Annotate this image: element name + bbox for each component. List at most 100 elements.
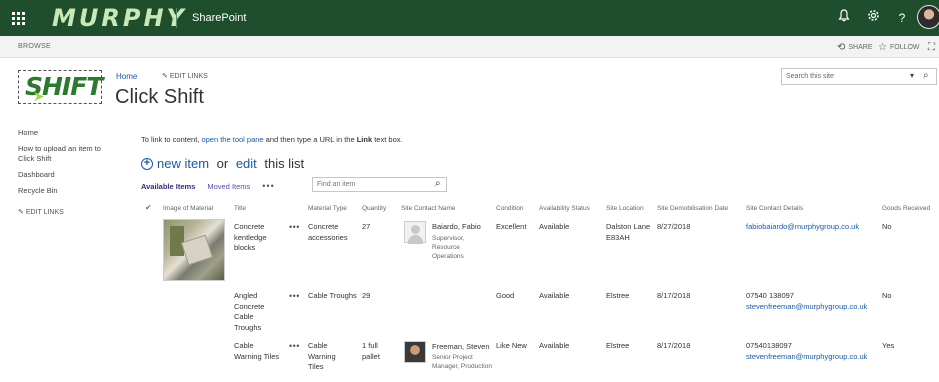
quick-launch: Home How to upload an item to Click Shif… bbox=[18, 128, 118, 216]
contact-photo bbox=[404, 341, 426, 363]
row-contact-email[interactable]: stevenfreeman@murphygroup.co.uk bbox=[746, 302, 867, 313]
bell-icon[interactable] bbox=[835, 9, 853, 27]
column-header-quantity[interactable]: Quantity bbox=[362, 205, 386, 212]
column-header-location[interactable]: Site Location bbox=[606, 205, 644, 212]
site-search-placeholder: Search this site bbox=[786, 73, 834, 80]
row-contact-name[interactable]: Baiardo, Fabio bbox=[432, 222, 481, 231]
row-contact-email[interactable]: fabiobaiardo@murphygroup.co.uk bbox=[746, 222, 859, 233]
ribbon: BROWSE ⟲ SHARE ☆ FOLLOW ⛶ bbox=[0, 36, 939, 58]
column-header-condition[interactable]: Condition bbox=[496, 205, 523, 212]
star-icon: ☆ bbox=[878, 42, 887, 53]
waffle-icon bbox=[11, 11, 25, 25]
quick-launch-edit-links-label: EDIT LINKS bbox=[25, 209, 64, 216]
plus-icon[interactable]: + bbox=[141, 157, 153, 170]
row-goods-received: No bbox=[882, 291, 892, 300]
info-suffix: text box. bbox=[372, 135, 403, 144]
column-header-image[interactable]: Image of Material bbox=[163, 205, 213, 212]
page-title: Click Shift bbox=[115, 86, 204, 108]
quick-launch-item-upload-guide[interactable]: How to upload an item to Click Shift bbox=[18, 144, 118, 164]
brand-logo[interactable]: MURPHY bbox=[52, 4, 187, 32]
row-contact-role: Supervisor, Resource Operations bbox=[432, 235, 465, 260]
avatar[interactable] bbox=[917, 5, 939, 29]
follow-button[interactable]: ☆ FOLLOW bbox=[878, 42, 920, 53]
gear-icon[interactable] bbox=[864, 9, 882, 27]
row-menu-button[interactable]: ••• bbox=[289, 341, 300, 351]
browse-tab[interactable]: BROWSE bbox=[18, 43, 51, 50]
pencil-icon: ✎ bbox=[18, 209, 24, 216]
info-bold: Link bbox=[356, 135, 373, 144]
quick-launch-item-home[interactable]: Home bbox=[18, 128, 118, 138]
row-demob-date: 8/27/2018 bbox=[657, 222, 691, 231]
column-header-title[interactable]: Title bbox=[234, 205, 246, 212]
or-text: or bbox=[213, 156, 232, 171]
help-icon[interactable]: ? bbox=[893, 9, 911, 27]
open-tool-pane-link[interactable]: open the tool pane bbox=[201, 135, 263, 144]
row-condition: Like New bbox=[496, 341, 527, 350]
info-message: To link to content, open the tool pane a… bbox=[141, 135, 403, 144]
top-edit-links[interactable]: ✎ EDIT LINKS bbox=[162, 72, 208, 80]
row-title[interactable]: Concrete kentledge blocks bbox=[234, 222, 280, 254]
row-quantity: 1 full pallet bbox=[362, 341, 380, 361]
view-tabs: Available Items Moved Items ••• bbox=[141, 181, 275, 191]
row-availability: Available bbox=[539, 341, 570, 350]
suite-divider bbox=[176, 8, 177, 28]
quick-launch-item-dashboard[interactable]: Dashboard bbox=[18, 170, 118, 180]
edit-list-link[interactable]: edit bbox=[236, 156, 257, 171]
row-demob-date: 8/17/2018 bbox=[657, 291, 691, 300]
row-title[interactable]: Angled Concrete Cable Troughs bbox=[234, 291, 280, 333]
share-icon: ⟲ bbox=[837, 42, 846, 53]
search-icon[interactable]: ⌕ bbox=[923, 70, 929, 81]
column-header-material-type[interactable]: Material Type bbox=[308, 205, 347, 212]
cursor-icon: ➤ bbox=[33, 88, 45, 104]
row-quantity: 29 bbox=[362, 291, 371, 300]
row-material-type: Cable Troughs bbox=[308, 291, 357, 300]
row-contact-name[interactable]: Freeman, Steven bbox=[432, 342, 490, 351]
find-item-input[interactable]: Find an item ⌕ bbox=[312, 177, 447, 192]
row-contact-email[interactable]: stevenfreeman@murphygroup.co.uk bbox=[746, 352, 867, 363]
focus-content-button[interactable]: ⛶ bbox=[928, 42, 935, 53]
follow-label: FOLLOW bbox=[889, 44, 920, 51]
new-item-link[interactable]: new item bbox=[157, 156, 209, 171]
row-menu-button[interactable]: ••• bbox=[289, 291, 300, 301]
row-contact-role: Senior Project Manager, Production bbox=[432, 354, 492, 370]
chevron-down-icon[interactable]: ▾ bbox=[910, 71, 914, 80]
column-header-goods-received[interactable]: Goods Received bbox=[882, 205, 930, 212]
more-views-button[interactable]: ••• bbox=[262, 181, 274, 191]
quick-launch-item-recycle-bin[interactable]: Recycle Bin bbox=[18, 186, 118, 196]
app-launcher-button[interactable] bbox=[0, 0, 36, 36]
fullscreen-icon: ⛶ bbox=[928, 42, 935, 53]
top-nav-home[interactable]: Home bbox=[116, 72, 137, 81]
row-contact-phone: 07540138097 bbox=[746, 341, 792, 350]
row-contact-phone: 07540 138097 bbox=[746, 291, 794, 300]
suite-bar: MURPHY SharePoint ? bbox=[0, 0, 939, 36]
row-availability: Available bbox=[539, 291, 570, 300]
material-image[interactable] bbox=[163, 219, 225, 281]
tab-available-items[interactable]: Available Items bbox=[141, 182, 195, 191]
row-material-type: Cable Warning Tiles bbox=[308, 341, 336, 371]
contact-photo bbox=[404, 221, 426, 244]
row-demob-date: 8/17/2018 bbox=[657, 341, 691, 350]
row-title[interactable]: Cable Warning Tiles bbox=[234, 341, 280, 362]
tab-moved-items[interactable]: Moved Items bbox=[207, 182, 250, 191]
select-all-checkbox[interactable]: ✔ bbox=[145, 203, 152, 212]
site-logo[interactable]: SHIFT ➤ bbox=[18, 70, 103, 104]
row-location: Elstree bbox=[606, 341, 630, 350]
row-location: Dalston Lane E83AH bbox=[606, 222, 651, 242]
pencil-icon: ✎ bbox=[162, 73, 168, 80]
row-material-type: Concrete accessories bbox=[308, 222, 348, 242]
row-availability: Available bbox=[539, 222, 570, 231]
share-label: SHARE bbox=[848, 44, 873, 51]
row-location: Elstree bbox=[606, 291, 630, 300]
column-header-contact-details[interactable]: Site Contact Details bbox=[746, 205, 803, 212]
app-name-link[interactable]: SharePoint bbox=[192, 12, 246, 24]
column-header-contact-name[interactable]: Site Contact Name bbox=[401, 205, 456, 212]
column-header-availability[interactable]: Availability Status bbox=[539, 205, 590, 212]
quick-launch-edit-links[interactable]: ✎ EDIT LINKS bbox=[18, 208, 118, 216]
row-menu-button[interactable]: ••• bbox=[289, 222, 300, 232]
share-button[interactable]: ⟲ SHARE bbox=[837, 42, 873, 53]
column-header-demob-date[interactable]: Site Demobilisation Date bbox=[657, 205, 728, 212]
site-search-input[interactable]: Search this site ▾ ⌕ bbox=[781, 68, 937, 85]
row-quantity: 27 bbox=[362, 222, 371, 231]
list-command-bar: + new item or edit this list bbox=[141, 156, 304, 171]
search-icon[interactable]: ⌕ bbox=[435, 178, 441, 189]
